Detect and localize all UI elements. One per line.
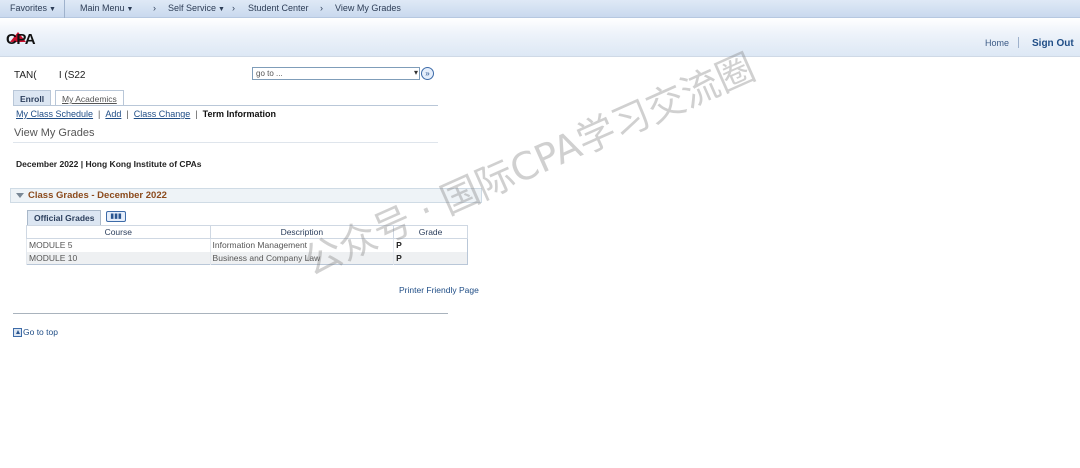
collapse-triangle-icon[interactable] — [16, 193, 24, 198]
page-header: CPA Home Sign Out — [0, 18, 1080, 57]
tab-divider — [13, 105, 438, 106]
sign-out-link[interactable]: Sign Out — [1032, 38, 1074, 49]
section-title: Class Grades - December 2022 — [28, 190, 167, 201]
official-grades-tab[interactable]: Official Grades — [27, 210, 102, 225]
chevron-down-icon: ▼ — [126, 6, 134, 13]
self-service-label: Self Service — [168, 3, 217, 13]
goto-select[interactable]: go to ... ▾ — [252, 67, 420, 80]
arrow-up-icon — [13, 328, 22, 338]
favorites-label: Favorites — [10, 3, 48, 13]
breadcrumb-view-my-grades[interactable]: View My Grades — [335, 3, 401, 13]
goto-select-value: go to ... — [256, 69, 283, 78]
self-service-menu[interactable]: Self Service ▼ — [168, 3, 225, 13]
chevron-down-icon: ▼ — [49, 6, 56, 13]
go-to-top-link[interactable]: Go to top — [13, 327, 58, 338]
tab-my-academics[interactable]: My Academics — [55, 90, 124, 106]
subnav-pipe: | — [126, 109, 129, 119]
course-header: Course — [26, 225, 211, 239]
favorites-menu[interactable]: Favorites ▼ — [10, 3, 56, 13]
tab-enroll[interactable]: Enroll — [13, 90, 52, 106]
printer-friendly-link[interactable]: Printer Friendly Page — [399, 285, 479, 295]
my-class-schedule-link[interactable]: My Class Schedule — [16, 109, 93, 119]
student-name: TAN( I (S22 — [14, 70, 86, 81]
table-row: MODULE 10 Business and Company Law P — [26, 251, 468, 265]
term-information-current: Term Information — [202, 109, 276, 119]
grade-cell: P — [393, 251, 468, 265]
sub-navigation: My Class Schedule | Add | Class Change | Term … — [16, 109, 276, 119]
go-arrow-button[interactable]: » — [421, 67, 434, 80]
go-to-top-label: Go to top — [23, 327, 58, 337]
logo: CPA — [6, 31, 36, 48]
course-cell: MODULE 5 — [26, 238, 211, 252]
page-title: View My Grades — [14, 127, 95, 139]
breadcrumb-student-center[interactable]: Student Center — [248, 3, 309, 13]
class-change-link[interactable]: Class Change — [134, 109, 191, 119]
subnav-pipe: | — [98, 109, 101, 119]
show-all-columns-icon[interactable]: ▮▮▮ — [106, 211, 126, 222]
chevron-down-icon: ▾ — [413, 68, 418, 77]
breadcrumb-arrow-icon: › — [153, 3, 156, 13]
home-link[interactable]: Home — [985, 38, 1009, 48]
nav-divider — [64, 0, 65, 18]
header-divider — [1018, 37, 1019, 48]
main-menu-label: Main Menu — [80, 3, 125, 13]
title-divider — [13, 142, 438, 143]
bottom-divider — [13, 313, 448, 314]
term-institution-line: December 2022 | Hong Kong Institute of C… — [16, 159, 202, 169]
top-navigation-bar: Favorites ▼ Main Menu ▼ › Self Service ▼ › … — [0, 0, 1080, 18]
chevron-down-icon: ▼ — [218, 6, 225, 13]
course-cell: MODULE 10 — [26, 251, 211, 265]
breadcrumb-arrow-icon: › — [232, 3, 235, 13]
breadcrumb-arrow-icon: › — [320, 3, 323, 13]
main-menu[interactable]: Main Menu ▼ — [80, 3, 133, 13]
subnav-pipe: | — [195, 109, 198, 119]
add-link[interactable]: Add — [105, 109, 121, 119]
